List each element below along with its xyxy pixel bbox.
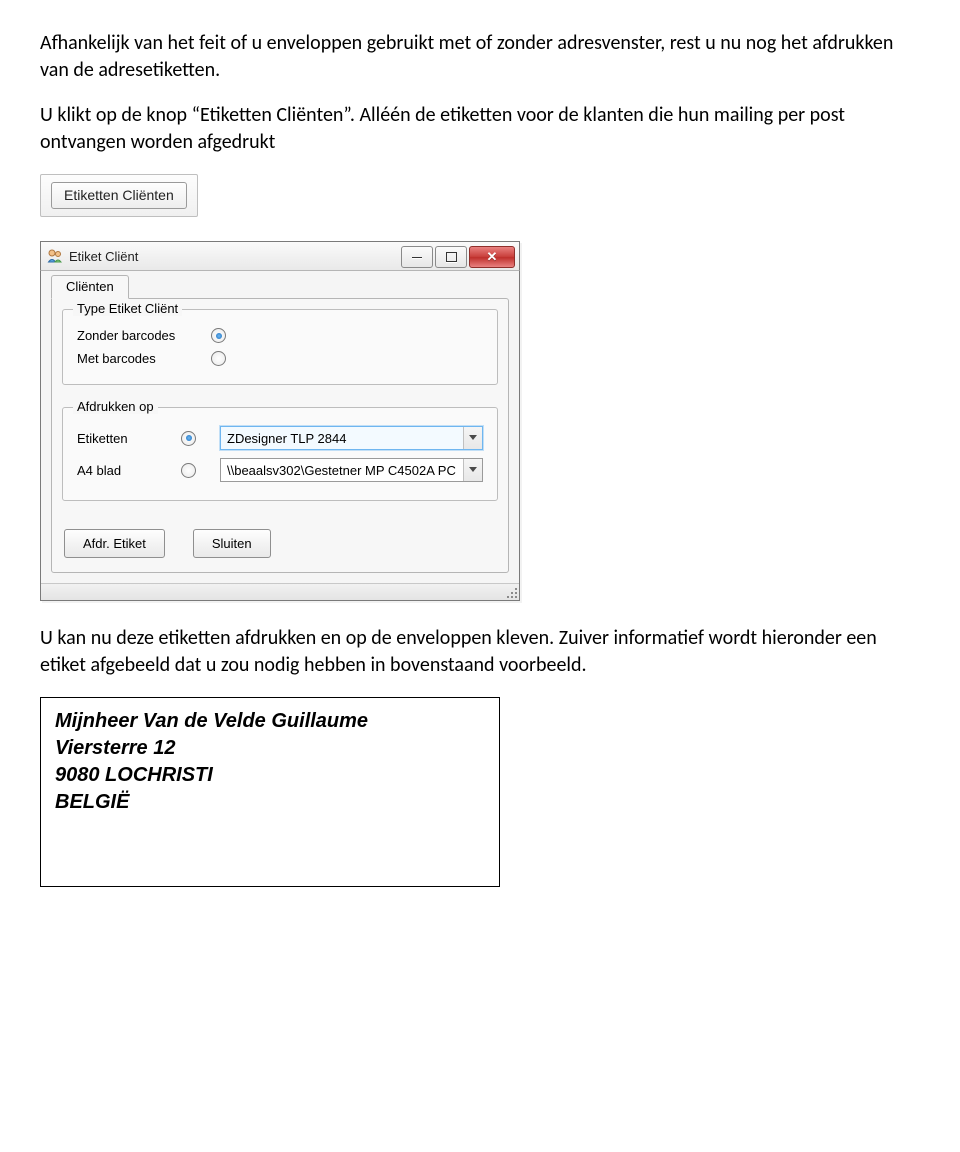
- close-button[interactable]: ✕: [469, 246, 515, 268]
- combo-value: \\beaalsv302\Gestetner MP C4502A PC: [221, 463, 463, 478]
- group-label: Type Etiket Cliënt: [73, 301, 182, 316]
- resize-grip-icon[interactable]: [505, 586, 517, 598]
- doc-paragraph: U kan nu deze etiketten afdrukken en op …: [40, 625, 920, 679]
- radio-met-barcodes[interactable]: [211, 351, 226, 366]
- group-label: Afdrukken op: [73, 399, 158, 414]
- radio-a4[interactable]: [181, 463, 196, 478]
- combo-a4-printer[interactable]: \\beaalsv302\Gestetner MP C4502A PC: [220, 458, 483, 482]
- toolbar: Etiketten Cliënten: [40, 174, 198, 217]
- etiket-line: 9080 LOCHRISTI: [55, 762, 485, 789]
- etiket-line: Mijnheer Van de Velde Guillaume: [55, 708, 485, 735]
- chevron-down-icon: [463, 459, 482, 481]
- screenshot-area: Etiketten Cliënten Etiket Cliënt ✕ Cliën…: [40, 174, 920, 601]
- tab-strip: Cliënten: [51, 275, 509, 299]
- sluiten-button[interactable]: Sluiten: [193, 529, 271, 558]
- window-title: Etiket Cliënt: [69, 249, 399, 264]
- etiket-line: Viersterre 12: [55, 735, 485, 762]
- radio-row: Met barcodes: [75, 347, 485, 370]
- option-zonder-barcodes-label: Zonder barcodes: [77, 328, 187, 343]
- etiket-client-window: Etiket Cliënt ✕ Cliënten Type Etiket Cli…: [40, 241, 520, 601]
- chevron-down-icon: [463, 427, 482, 449]
- doc-paragraph: Afhankelijk van het feit of u enveloppen…: [40, 30, 920, 84]
- afdr-etiket-button[interactable]: Afdr. Etiket: [64, 529, 165, 558]
- maximize-button[interactable]: [435, 246, 467, 268]
- printer-row-a4: A4 blad \\beaalsv302\Gestetner MP C4502A…: [75, 454, 485, 486]
- etiket-line: BELGIË: [55, 789, 485, 816]
- radio-zonder-barcodes[interactable]: [211, 328, 226, 343]
- option-a4-label: A4 blad: [77, 463, 157, 478]
- app-icon: [47, 248, 63, 264]
- combo-etiketten-printer[interactable]: ZDesigner TLP 2844: [220, 426, 483, 450]
- printer-row-etiketten: Etiketten ZDesigner TLP 2844: [75, 422, 485, 454]
- window-controls: ✕: [399, 246, 515, 266]
- tab-clienten[interactable]: Cliënten: [51, 275, 129, 299]
- radio-row: Zonder barcodes: [75, 324, 485, 347]
- etiketten-clienten-button[interactable]: Etiketten Cliënten: [51, 182, 187, 209]
- statusbar: [41, 583, 519, 600]
- option-met-barcodes-label: Met barcodes: [77, 351, 187, 366]
- doc-paragraph: U klikt op de knop “Etiketten Cliënten”.…: [40, 102, 920, 156]
- group-type-etiket: Type Etiket Cliënt Zonder barcodes Met b…: [62, 309, 498, 385]
- radio-etiketten[interactable]: [181, 431, 196, 446]
- action-row: Afdr. Etiket Sluiten: [62, 529, 498, 560]
- etiket-example: Mijnheer Van de Velde Guillaume Vierster…: [40, 697, 500, 887]
- tab-panel: Type Etiket Cliënt Zonder barcodes Met b…: [51, 298, 509, 573]
- combo-value: ZDesigner TLP 2844: [221, 431, 463, 446]
- titlebar: Etiket Cliënt ✕: [40, 241, 520, 271]
- option-etiketten-label: Etiketten: [77, 431, 157, 446]
- group-afdrukken-op: Afdrukken op Etiketten ZDesigner TLP 284…: [62, 407, 498, 501]
- minimize-button[interactable]: [401, 246, 433, 268]
